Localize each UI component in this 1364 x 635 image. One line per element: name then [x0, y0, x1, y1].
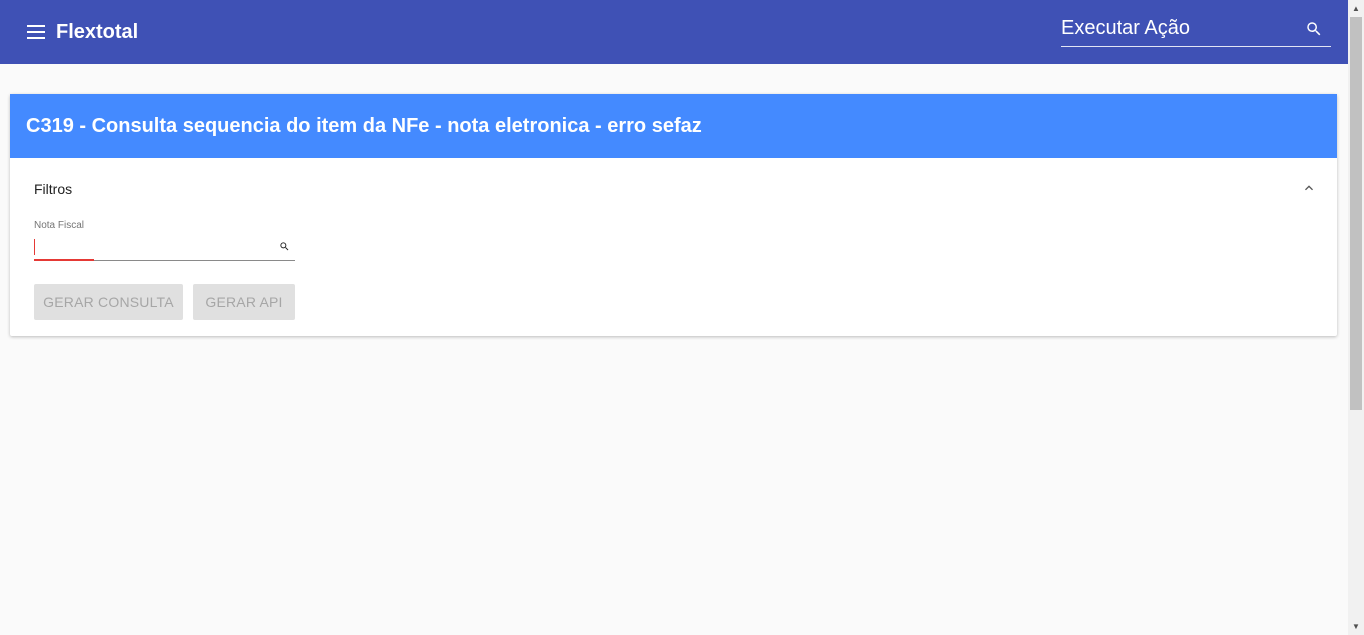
- vertical-scrollbar[interactable]: ▲ ▼: [1348, 0, 1364, 635]
- query-card: C319 - Consulta sequencia do item da NFe…: [10, 94, 1337, 336]
- generate-api-button[interactable]: GERAR API: [193, 284, 295, 320]
- search-icon[interactable]: [279, 241, 290, 252]
- hamburger-menu-icon[interactable]: [24, 20, 48, 44]
- scroll-down-arrow-icon[interactable]: ▼: [1348, 618, 1364, 635]
- app-name: Flextotal: [56, 21, 139, 43]
- action-search: [1061, 12, 1331, 47]
- focus-underline: [34, 259, 94, 261]
- generate-query-button[interactable]: GERAR CONSULTA: [34, 284, 183, 320]
- scrollbar-thumb[interactable]: [1350, 17, 1362, 410]
- scroll-up-arrow-icon[interactable]: ▲: [1348, 0, 1364, 17]
- page-title: C319 - Consulta sequencia do item da NFe…: [26, 115, 702, 137]
- text-cursor: [34, 239, 35, 255]
- chevron-up-icon[interactable]: [1301, 180, 1317, 196]
- nota-fiscal-label: Nota Fiscal: [34, 220, 85, 231]
- filters-title: Filtros: [34, 181, 73, 197]
- nota-fiscal-input[interactable]: [34, 237, 270, 257]
- nota-fiscal-field: [34, 234, 295, 261]
- action-search-input[interactable]: [1061, 12, 1291, 44]
- app-header: Flextotal: [0, 0, 1348, 64]
- search-icon[interactable]: [1305, 20, 1323, 38]
- card-header: C319 - Consulta sequencia do item da NFe…: [10, 94, 1337, 158]
